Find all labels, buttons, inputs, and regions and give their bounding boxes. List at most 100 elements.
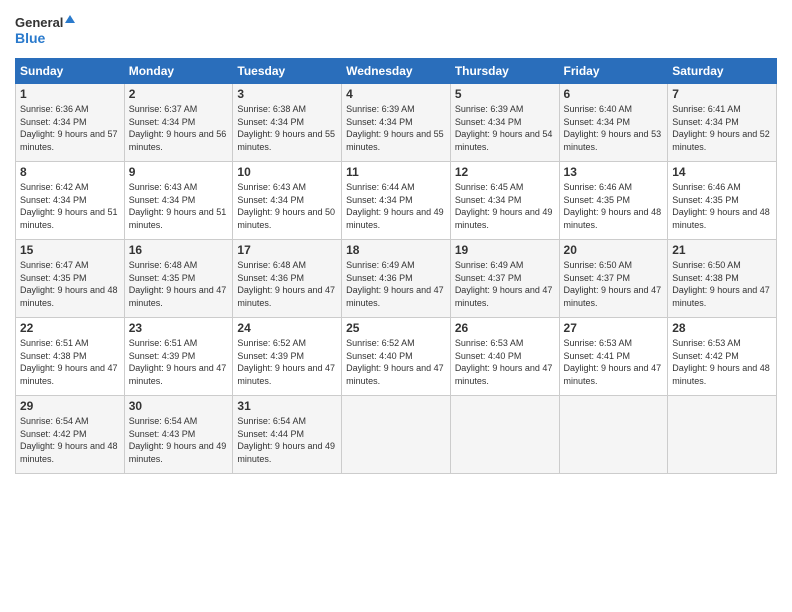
weekday-thursday: Thursday bbox=[450, 59, 559, 84]
day-number: 4 bbox=[346, 87, 446, 101]
day-cell: 14Sunrise: 6:46 AMSunset: 4:35 PMDayligh… bbox=[668, 162, 777, 240]
weekday-friday: Friday bbox=[559, 59, 668, 84]
day-number: 14 bbox=[672, 165, 772, 179]
day-cell bbox=[559, 396, 668, 474]
day-detail: Sunrise: 6:50 AMSunset: 4:38 PMDaylight:… bbox=[672, 260, 770, 308]
day-number: 18 bbox=[346, 243, 446, 257]
week-row-3: 15Sunrise: 6:47 AMSunset: 4:35 PMDayligh… bbox=[16, 240, 777, 318]
day-number: 11 bbox=[346, 165, 446, 179]
day-detail: Sunrise: 6:53 AMSunset: 4:40 PMDaylight:… bbox=[455, 338, 553, 386]
day-number: 1 bbox=[20, 87, 120, 101]
day-cell: 12 Sunrise: 6:45 AMSunset: 4:34 PMDayligh… bbox=[450, 162, 559, 240]
day-cell: 20 Sunrise: 6:50 AMSunset: 4:37 PMDayligh… bbox=[559, 240, 668, 318]
day-detail: Sunrise: 6:52 AMSunset: 4:40 PMDaylight:… bbox=[346, 338, 444, 386]
day-cell: 9 Sunrise: 6:43 AMSunset: 4:34 PMDaylight… bbox=[124, 162, 233, 240]
day-cell: 15Sunrise: 6:47 AMSunset: 4:35 PMDayligh… bbox=[16, 240, 125, 318]
day-number: 17 bbox=[237, 243, 337, 257]
day-number: 9 bbox=[129, 165, 229, 179]
day-cell: 19 Sunrise: 6:49 AMSunset: 4:37 PMDayligh… bbox=[450, 240, 559, 318]
week-row-4: 22 Sunrise: 6:51 AMSunset: 4:38 PMDayligh… bbox=[16, 318, 777, 396]
weekday-tuesday: Tuesday bbox=[233, 59, 342, 84]
day-detail: Sunrise: 6:50 AMSunset: 4:37 PMDaylight:… bbox=[564, 260, 662, 308]
day-cell: 6 Sunrise: 6:40 AMSunset: 4:34 PMDaylight… bbox=[559, 84, 668, 162]
day-number: 24 bbox=[237, 321, 337, 335]
day-cell: 17 Sunrise: 6:48 AMSunset: 4:36 PMDayligh… bbox=[233, 240, 342, 318]
day-number: 3 bbox=[237, 87, 337, 101]
day-cell: 18 Sunrise: 6:49 AMSunset: 4:36 PMDayligh… bbox=[342, 240, 451, 318]
day-number: 21 bbox=[672, 243, 772, 257]
day-number: 2 bbox=[129, 87, 229, 101]
day-cell: 4 Sunrise: 6:39 AMSunset: 4:34 PMDaylight… bbox=[342, 84, 451, 162]
week-row-1: 1 Sunrise: 6:36 AMSunset: 4:34 PMDaylight… bbox=[16, 84, 777, 162]
day-cell: 30Sunrise: 6:54 AMSunset: 4:43 PMDayligh… bbox=[124, 396, 233, 474]
day-detail: Sunrise: 6:43 AMSunset: 4:34 PMDaylight:… bbox=[129, 182, 227, 230]
day-cell: 29Sunrise: 6:54 AMSunset: 4:42 PMDayligh… bbox=[16, 396, 125, 474]
day-number: 12 bbox=[455, 165, 555, 179]
day-detail: Sunrise: 6:48 AMSunset: 4:36 PMDaylight:… bbox=[237, 260, 335, 308]
day-number: 23 bbox=[129, 321, 229, 335]
day-cell: 16 Sunrise: 6:48 AMSunset: 4:35 PMDayligh… bbox=[124, 240, 233, 318]
day-detail: Sunrise: 6:39 AMSunset: 4:34 PMDaylight:… bbox=[346, 104, 444, 152]
day-cell: 11 Sunrise: 6:44 AMSunset: 4:34 PMDayligh… bbox=[342, 162, 451, 240]
day-cell: 5 Sunrise: 6:39 AMSunset: 4:34 PMDaylight… bbox=[450, 84, 559, 162]
day-detail: Sunrise: 6:53 AMSunset: 4:42 PMDaylight:… bbox=[672, 338, 770, 386]
day-detail: Sunrise: 6:40 AMSunset: 4:34 PMDaylight:… bbox=[564, 104, 662, 152]
day-number: 13 bbox=[564, 165, 664, 179]
day-number: 8 bbox=[20, 165, 120, 179]
day-detail: Sunrise: 6:49 AMSunset: 4:37 PMDaylight:… bbox=[455, 260, 553, 308]
logo-svg: General Blue bbox=[15, 10, 75, 50]
day-number: 30 bbox=[129, 399, 229, 413]
day-cell: 31 Sunrise: 6:54 AMSunset: 4:44 PMDayligh… bbox=[233, 396, 342, 474]
week-row-5: 29Sunrise: 6:54 AMSunset: 4:42 PMDayligh… bbox=[16, 396, 777, 474]
day-detail: Sunrise: 6:37 AMSunset: 4:34 PMDaylight:… bbox=[129, 104, 227, 152]
day-detail: Sunrise: 6:51 AMSunset: 4:38 PMDaylight:… bbox=[20, 338, 118, 386]
day-cell: 8 Sunrise: 6:42 AMSunset: 4:34 PMDaylight… bbox=[16, 162, 125, 240]
calendar-table: SundayMondayTuesdayWednesdayThursdayFrid… bbox=[15, 58, 777, 474]
day-detail: Sunrise: 6:52 AMSunset: 4:39 PMDaylight:… bbox=[237, 338, 335, 386]
day-cell: 24 Sunrise: 6:52 AMSunset: 4:39 PMDayligh… bbox=[233, 318, 342, 396]
day-detail: Sunrise: 6:51 AMSunset: 4:39 PMDaylight:… bbox=[129, 338, 227, 386]
day-detail: Sunrise: 6:39 AMSunset: 4:34 PMDaylight:… bbox=[455, 104, 553, 152]
day-number: 19 bbox=[455, 243, 555, 257]
day-detail: Sunrise: 6:44 AMSunset: 4:34 PMDaylight:… bbox=[346, 182, 444, 230]
logo: General Blue bbox=[15, 10, 75, 50]
day-cell: 28Sunrise: 6:53 AMSunset: 4:42 PMDayligh… bbox=[668, 318, 777, 396]
day-number: 10 bbox=[237, 165, 337, 179]
day-cell bbox=[668, 396, 777, 474]
day-number: 15 bbox=[20, 243, 120, 257]
day-detail: Sunrise: 6:54 AMSunset: 4:42 PMDaylight:… bbox=[20, 416, 118, 464]
day-detail: Sunrise: 6:42 AMSunset: 4:34 PMDaylight:… bbox=[20, 182, 118, 230]
weekday-sunday: Sunday bbox=[16, 59, 125, 84]
day-cell: 10 Sunrise: 6:43 AMSunset: 4:34 PMDayligh… bbox=[233, 162, 342, 240]
day-number: 20 bbox=[564, 243, 664, 257]
day-cell: 3 Sunrise: 6:38 AMSunset: 4:34 PMDaylight… bbox=[233, 84, 342, 162]
svg-text:General: General bbox=[15, 15, 63, 30]
day-cell: 13 Sunrise: 6:46 AMSunset: 4:35 PMDayligh… bbox=[559, 162, 668, 240]
weekday-wednesday: Wednesday bbox=[342, 59, 451, 84]
day-detail: Sunrise: 6:45 AMSunset: 4:34 PMDaylight:… bbox=[455, 182, 553, 230]
week-row-2: 8 Sunrise: 6:42 AMSunset: 4:34 PMDaylight… bbox=[16, 162, 777, 240]
day-detail: Sunrise: 6:53 AMSunset: 4:41 PMDaylight:… bbox=[564, 338, 662, 386]
day-number: 22 bbox=[20, 321, 120, 335]
day-number: 31 bbox=[237, 399, 337, 413]
day-detail: Sunrise: 6:49 AMSunset: 4:36 PMDaylight:… bbox=[346, 260, 444, 308]
day-detail: Sunrise: 6:43 AMSunset: 4:34 PMDaylight:… bbox=[237, 182, 335, 230]
day-number: 26 bbox=[455, 321, 555, 335]
day-cell: 25Sunrise: 6:52 AMSunset: 4:40 PMDayligh… bbox=[342, 318, 451, 396]
day-detail: Sunrise: 6:38 AMSunset: 4:34 PMDaylight:… bbox=[237, 104, 335, 152]
day-number: 27 bbox=[564, 321, 664, 335]
day-cell: 1 Sunrise: 6:36 AMSunset: 4:34 PMDaylight… bbox=[16, 84, 125, 162]
day-cell: 22 Sunrise: 6:51 AMSunset: 4:38 PMDayligh… bbox=[16, 318, 125, 396]
day-detail: Sunrise: 6:41 AMSunset: 4:34 PMDaylight:… bbox=[672, 104, 770, 152]
day-detail: Sunrise: 6:54 AMSunset: 4:44 PMDaylight:… bbox=[237, 416, 335, 464]
weekday-header-row: SundayMondayTuesdayWednesdayThursdayFrid… bbox=[16, 59, 777, 84]
day-detail: Sunrise: 6:48 AMSunset: 4:35 PMDaylight:… bbox=[129, 260, 227, 308]
svg-text:Blue: Blue bbox=[15, 30, 46, 46]
day-number: 5 bbox=[455, 87, 555, 101]
day-cell: 23 Sunrise: 6:51 AMSunset: 4:39 PMDayligh… bbox=[124, 318, 233, 396]
day-cell: 27 Sunrise: 6:53 AMSunset: 4:41 PMDayligh… bbox=[559, 318, 668, 396]
day-number: 16 bbox=[129, 243, 229, 257]
day-detail: Sunrise: 6:46 AMSunset: 4:35 PMDaylight:… bbox=[564, 182, 662, 230]
day-detail: Sunrise: 6:36 AMSunset: 4:34 PMDaylight:… bbox=[20, 104, 118, 152]
day-number: 6 bbox=[564, 87, 664, 101]
